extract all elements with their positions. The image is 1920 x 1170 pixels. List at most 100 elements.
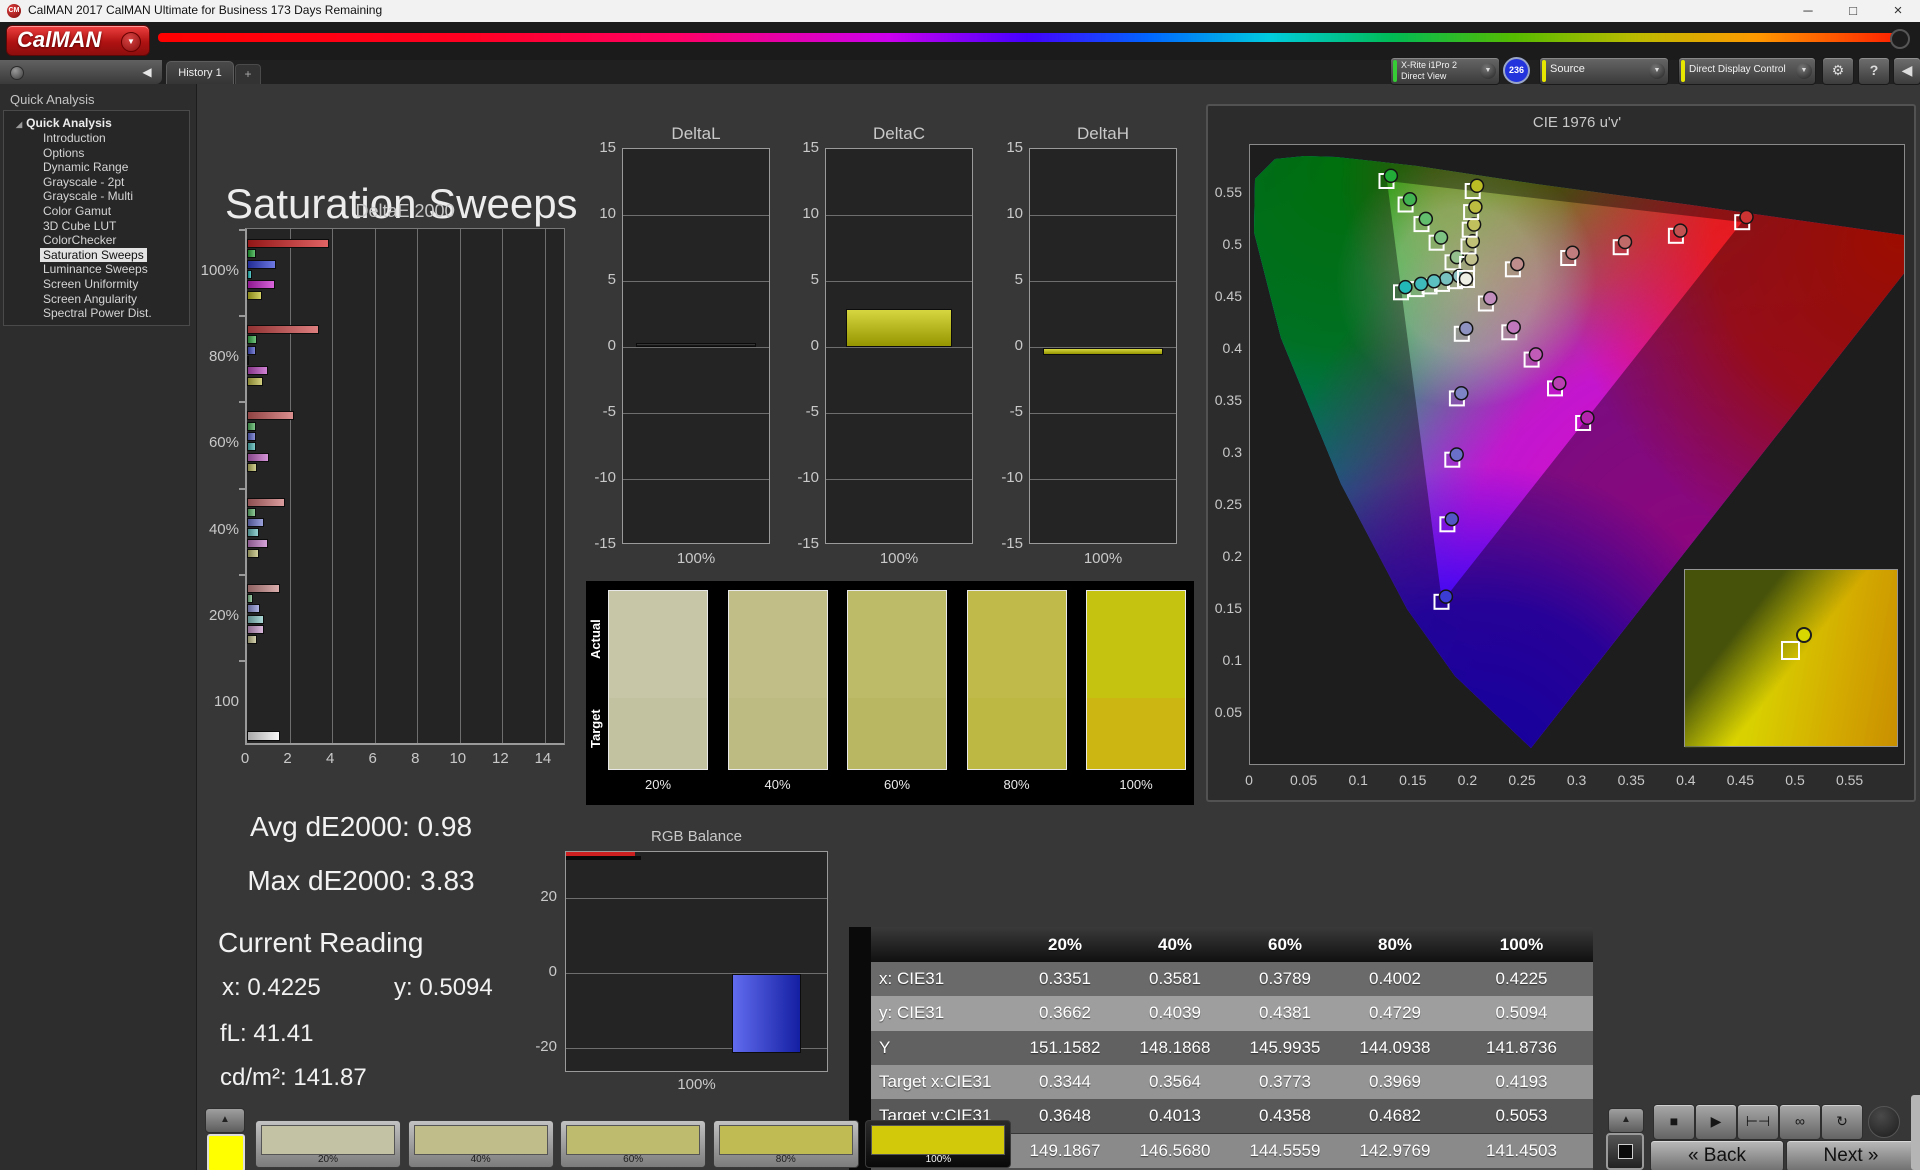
stop-big-button[interactable] (1606, 1133, 1644, 1170)
cie-zoom-inset (1684, 569, 1899, 748)
cie-x-tick: 0.55 (1835, 772, 1864, 788)
table-cell: 148.1868 (1139, 1037, 1211, 1057)
display-control-dropdown[interactable]: Direct Display Control ▼ (1678, 57, 1816, 85)
table-row: x: CIE31 0.3351 0.3581 0.3789 0.4002 0.4225 (871, 962, 1593, 997)
deltah-y-tick: -10 (1001, 469, 1023, 486)
stop-button[interactable]: ■ (1653, 1104, 1695, 1140)
help-button[interactable]: ? (1858, 57, 1890, 85)
current-x: x: 0.4225 (222, 974, 321, 1001)
deltac-bar (846, 308, 952, 347)
swatch-target (848, 697, 946, 769)
deltae-bar-60%-cyan (247, 442, 256, 452)
deltac-chart (825, 148, 973, 544)
spectrum-slider-knob[interactable] (1890, 29, 1910, 49)
axis-tick (239, 229, 246, 231)
display-status-bar (1681, 60, 1685, 82)
rgb-bar-blue (732, 974, 801, 1053)
deltal-y-tick: 15 (599, 139, 616, 156)
deltal-chart-title: DeltaL (671, 124, 721, 143)
transport-scroll-up-button[interactable]: ▲ (1608, 1108, 1644, 1133)
gridline (826, 215, 972, 216)
toolbar-swatch-40%[interactable]: 40% (407, 1120, 554, 1168)
deltah-x-label: 100% (1083, 550, 1123, 567)
table-header-80%: 80% (1377, 935, 1413, 954)
swatch-60% (847, 590, 947, 770)
chevron-down-icon[interactable]: ▼ (1796, 63, 1812, 79)
gridline (826, 413, 972, 414)
toolbar-swatch-fill (871, 1125, 1006, 1155)
cie-measured-circle (1444, 511, 1460, 527)
source-label: Source (1550, 63, 1585, 75)
maximize-button[interactable]: □ (1831, 0, 1875, 21)
cie-y-tick: 0.3 (1222, 444, 1242, 460)
panel-collapse-icon[interactable]: ◀ (1893, 57, 1920, 85)
swatch-label: 20% (644, 777, 672, 792)
gear-icon[interactable]: ⚙ (1822, 57, 1854, 85)
gridline (544, 229, 546, 743)
play-button[interactable]: ▶ (1695, 1104, 1737, 1140)
logo-dropdown-icon[interactable]: ▼ (121, 32, 141, 52)
toolbar-swatch-100%[interactable]: 100% (865, 1120, 1012, 1168)
app-icon: CM (7, 4, 21, 18)
cie-measured-circle (1468, 199, 1483, 215)
toolbar-swatch-80%[interactable]: 80% (712, 1120, 859, 1168)
deltae-bar-80%-blue (247, 345, 256, 355)
gridline (566, 898, 827, 899)
next-button[interactable]: Next » (1786, 1140, 1916, 1170)
calman-logo-button[interactable]: CalMAN ▼ (6, 25, 150, 56)
gridline (826, 479, 972, 480)
cie-measured-circle (1458, 321, 1474, 336)
deltae-bar-80%-yellow (247, 376, 263, 386)
cie-x-tick: 0.45 (1726, 772, 1755, 788)
back-button[interactable]: « Back (1650, 1140, 1784, 1170)
swatch-scroll-up-button[interactable]: ▲ (205, 1108, 245, 1133)
chevron-down-icon[interactable]: ▼ (1649, 63, 1665, 79)
gridline (623, 479, 769, 480)
table-header-40%: 40% (1157, 935, 1193, 954)
minimize-button[interactable]: ─ (1786, 0, 1830, 21)
deltah-bar (1043, 348, 1163, 355)
deltae-bar-60%-blue (247, 431, 256, 441)
cie-measured-circle (1552, 375, 1567, 391)
active-color-swatch[interactable] (207, 1134, 245, 1170)
cie-measured-circle (1617, 234, 1633, 250)
deltae-group-label: 80% (208, 348, 239, 366)
source-dropdown[interactable]: Source ▼ (1539, 57, 1669, 85)
deltal-y-tick: -15 (594, 535, 616, 552)
loop-button[interactable]: ∞ (1779, 1104, 1821, 1140)
gridline (459, 229, 461, 743)
meter-count-badge[interactable]: 236 (1503, 57, 1530, 84)
spectrum-slider[interactable] (158, 33, 1896, 42)
deltal-x-label: 100% (676, 550, 716, 567)
deltae-x-tick: 6 (368, 750, 377, 767)
sidebar-collapse-icon[interactable]: ◀ (138, 63, 156, 81)
swatch-100% (1086, 590, 1186, 770)
side-scroll-handle[interactable] (1911, 1095, 1920, 1170)
repeat-button[interactable]: ↻ (1821, 1104, 1863, 1140)
cie-x-tick: 0.35 (1617, 772, 1645, 788)
meter-dropdown[interactable]: X-Rite i1Pro 2 Direct View ▼ (1390, 57, 1500, 85)
deltae-group-label: 40% (208, 520, 239, 538)
cie-measured-circle (1454, 385, 1469, 401)
record-dot-icon[interactable] (10, 66, 24, 80)
meter-indicator-button[interactable] (1868, 1106, 1900, 1138)
axis-tick (239, 573, 246, 576)
toolbar-swatch-60%[interactable]: 60% (560, 1120, 707, 1168)
deltae-bar-20%-cyan (247, 614, 264, 624)
cie-measured-circle (1439, 271, 1454, 286)
table-header-row: 20% 40% 60% 80% 100% (871, 927, 1593, 962)
step-button[interactable]: ⊢⊣ (1737, 1104, 1779, 1140)
add-tab-button[interactable]: + (235, 64, 261, 84)
close-button[interactable]: × (1876, 0, 1920, 21)
deltae-bar-40%-yellow (247, 549, 259, 558)
tab-history-1[interactable]: History 1 (166, 61, 234, 84)
cie-measured-circle (1413, 276, 1429, 292)
deltae-chart (239, 228, 565, 745)
toolbar-swatch-20%[interactable]: 20% (255, 1120, 401, 1168)
rgb-y-tick: 20 (540, 888, 557, 905)
deltal-bar (636, 343, 756, 347)
chevron-down-icon[interactable]: ▼ (1480, 63, 1496, 79)
cie-chart-title: CIE 1976 u'v' (1532, 114, 1622, 131)
current-cdm2: cd/m²: 141.87 (220, 1064, 367, 1091)
table-cell: 142.9769 (1359, 1140, 1431, 1160)
